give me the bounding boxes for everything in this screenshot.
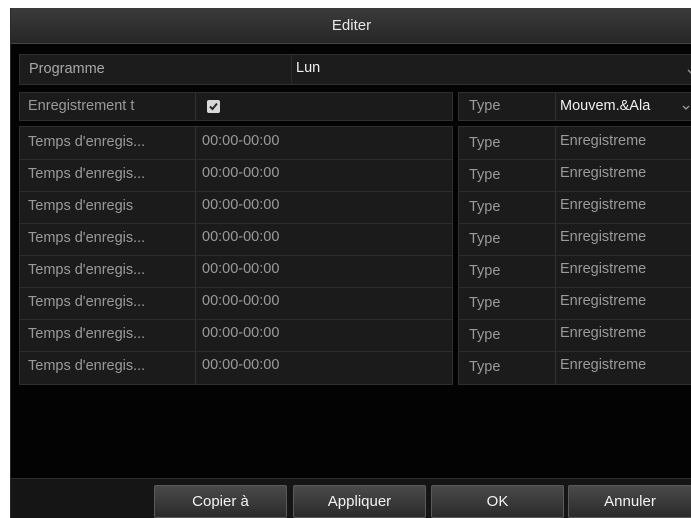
record-time-label: Temps d'enregis... — [28, 134, 146, 150]
record-type-label: Type — [469, 199, 501, 215]
checkmark-icon — [209, 102, 218, 111]
time-period-table: Temps d'enregis... 00:00-00:00 Temps d'enr… — [19, 126, 453, 385]
record-time-range-input[interactable]: 00:00-00:00 — [202, 357, 447, 373]
schedule-divider — [291, 55, 292, 84]
chevron-down-icon[interactable] — [686, 67, 691, 77]
apply-button[interactable]: Appliquer — [293, 485, 426, 518]
row-divider — [20, 255, 452, 256]
record-time-label: Temps d'enregis... — [28, 326, 146, 342]
record-type-label: Type — [469, 167, 501, 183]
row-divider — [459, 223, 691, 224]
record-type-label: Type — [469, 327, 501, 343]
row-divider — [459, 319, 691, 320]
record-time-range-input[interactable]: 00:00-00:00 — [202, 165, 447, 181]
row-divider — [459, 255, 691, 256]
copy-to-button[interactable]: Copier à — [154, 485, 287, 518]
row-divider — [459, 287, 691, 288]
record-type-select[interactable]: Enregistreme — [560, 133, 688, 149]
row-divider — [459, 351, 691, 352]
row-divider — [20, 159, 452, 160]
row-divider — [20, 319, 452, 320]
record-type-select[interactable]: Enregistreme — [560, 325, 688, 341]
record-time-range-input[interactable]: 00:00-00:00 — [202, 133, 447, 149]
row-divider — [20, 287, 452, 288]
schedule-row: Programme Lun — [19, 54, 691, 85]
dialog-title: Editer — [11, 8, 691, 44]
record-type-select[interactable]: Enregistreme — [560, 261, 688, 277]
edit-dialog: Editer Programme Lun Enregistrement t Ty… — [10, 8, 691, 518]
record-type-select[interactable]: Enregistreme — [560, 229, 688, 245]
record-type-label: Type — [469, 231, 501, 247]
record-type-label: Type — [469, 98, 501, 114]
cancel-button[interactable]: Annuler — [568, 485, 691, 518]
record-type-label: Type — [469, 263, 501, 279]
row-divider — [20, 223, 452, 224]
row-divider — [459, 159, 691, 160]
record-enable-checkbox[interactable] — [207, 100, 220, 113]
record-enable-divider — [195, 93, 196, 120]
record-type-select[interactable]: Enregistreme — [560, 165, 688, 181]
record-time-label: Temps d'enregis... — [28, 358, 146, 374]
row-divider — [459, 191, 691, 192]
record-time-range-input[interactable]: 00:00-00:00 — [202, 293, 447, 309]
record-type-label: Type — [469, 359, 501, 375]
record-type-select[interactable]: Mouvem.&Ala — [560, 98, 678, 114]
record-time-range-input[interactable]: 00:00-00:00 — [202, 325, 447, 341]
record-time-label: Temps d'enregis... — [28, 166, 146, 182]
chevron-down-icon[interactable] — [681, 103, 691, 113]
record-type-select[interactable]: Enregistreme — [560, 293, 688, 309]
row-divider — [20, 351, 452, 352]
record-enable-label: Enregistrement t — [28, 98, 135, 114]
schedule-label: Programme — [29, 61, 105, 77]
record-type-label: Type — [469, 295, 501, 311]
row-divider — [20, 191, 452, 192]
record-time-label: Temps d'enregis... — [28, 230, 146, 246]
record-type-select[interactable]: Enregistreme — [560, 357, 688, 373]
record-time-range-input[interactable]: 00:00-00:00 — [202, 229, 447, 245]
record-time-range-input[interactable]: 00:00-00:00 — [202, 261, 447, 277]
record-time-label: Temps d'enregis... — [28, 262, 146, 278]
record-time-range-input[interactable]: 00:00-00:00 — [202, 197, 447, 213]
record-time-label: Temps d'enregis — [28, 198, 134, 214]
ok-button[interactable]: OK — [431, 485, 564, 518]
record-enable-row: Enregistrement t — [19, 92, 453, 121]
record-type-label: Type — [469, 135, 501, 151]
record-type-select[interactable]: Enregistreme — [560, 197, 688, 213]
schedule-day-select[interactable]: Lun — [296, 60, 676, 76]
record-type-divider — [555, 93, 556, 120]
type-table: Type Enregistreme Type Enregistreme Type Enre… — [458, 126, 691, 385]
record-type-row: Type Mouvem.&Ala — [458, 92, 691, 121]
record-time-label: Temps d'enregis... — [28, 294, 146, 310]
